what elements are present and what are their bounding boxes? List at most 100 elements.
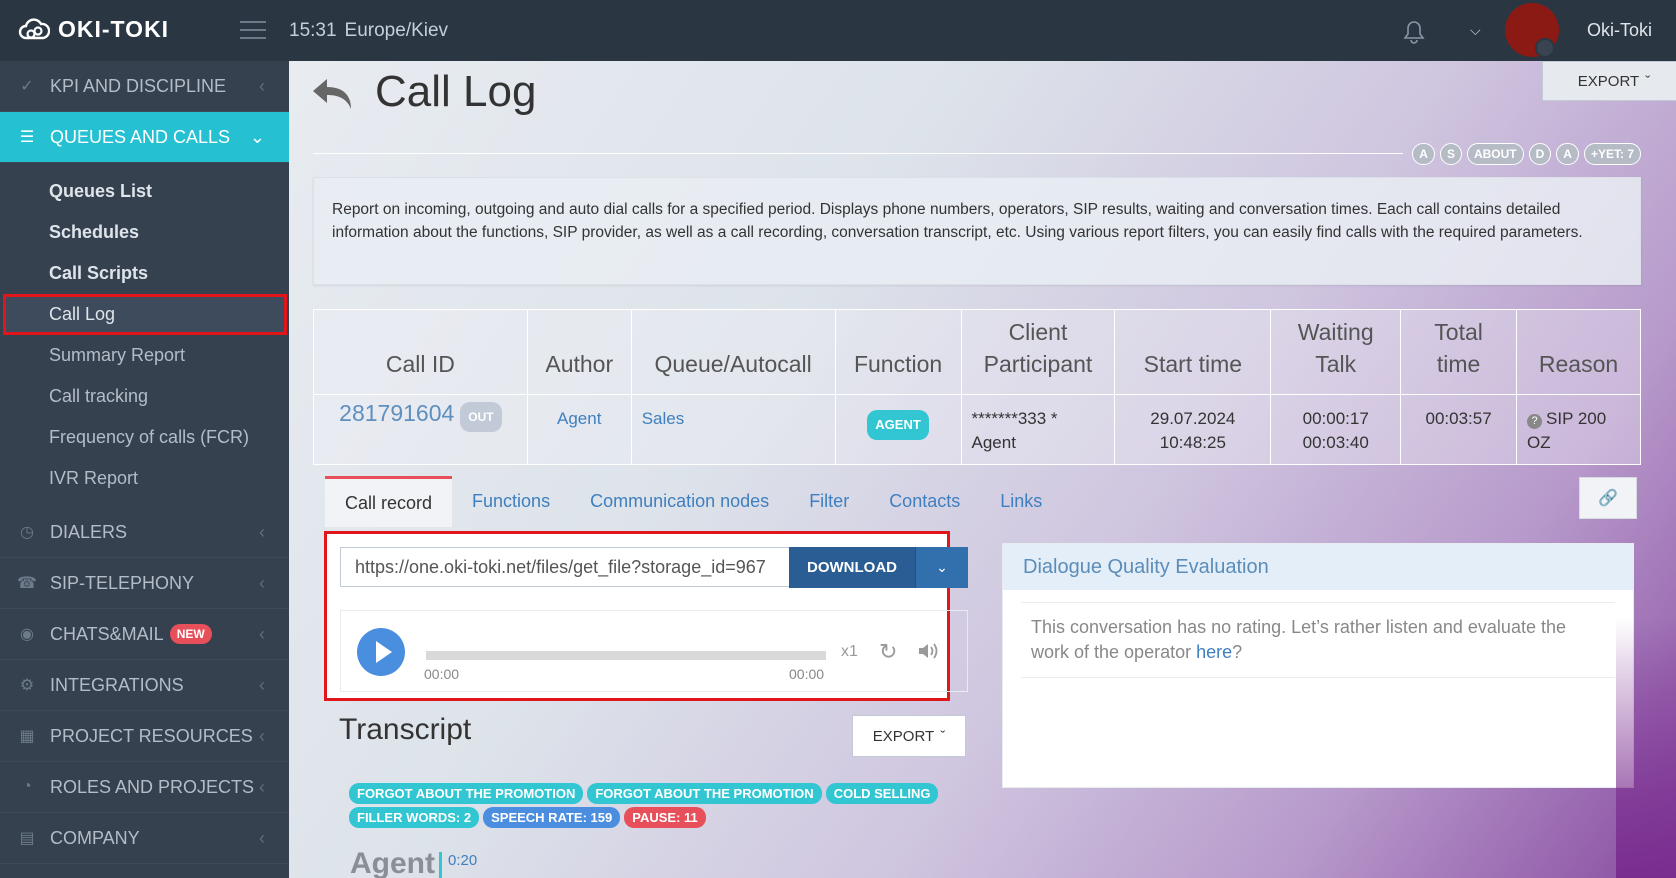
call-table: Call ID Author Queue/Autocall Function C… xyxy=(313,309,1641,465)
speaker-timestamp[interactable]: 0:20 xyxy=(439,852,477,878)
tab-links[interactable]: Links xyxy=(980,476,1062,527)
table-row: 281791604 OUT Agent Sales AGENT *******33… xyxy=(313,394,1641,465)
bar-chart-icon: ▤ xyxy=(19,830,35,847)
header-line: Total xyxy=(1434,319,1483,345)
chevron-down-icon[interactable]: ⌵ xyxy=(1470,22,1481,39)
tab-call-record[interactable]: Call record xyxy=(325,476,453,527)
check-icon: ✓ xyxy=(20,78,34,95)
logo[interactable]: OKI-TOKI xyxy=(18,16,169,43)
chevron-down-icon: ⌄ xyxy=(249,126,265,147)
column-header[interactable]: Author xyxy=(526,309,632,395)
submenu-item-call-scripts[interactable]: Call Scripts xyxy=(0,253,289,294)
divider xyxy=(313,153,1403,154)
download-dropdown-button[interactable]: ⌄ xyxy=(915,547,968,588)
column-header[interactable]: Queue/Autocall xyxy=(630,309,836,395)
replay-icon[interactable]: ↻ xyxy=(879,639,897,665)
submenu: Queues List Schedules Call Scripts Call … xyxy=(0,163,289,507)
menu-toggle-icon[interactable] xyxy=(240,21,266,39)
sidebar-item-queues-and-calls[interactable]: ☰ QUEUES AND CALLS ⌄ xyxy=(0,112,289,163)
sidebar-item-kpi[interactable]: ✓ KPI AND DISCIPLINE ‹ xyxy=(0,61,289,112)
transcript-export-button[interactable]: EXPORT ˇ xyxy=(852,715,966,757)
main-content: Call Log EXPORT ˇ A S ABOUT D A +YET: 7 … xyxy=(289,61,1676,878)
panel-title: Dialogue Quality Evaluation xyxy=(1003,544,1633,590)
speed-toggle[interactable]: x1 xyxy=(841,643,858,661)
total-time: 00:03:57 xyxy=(1425,409,1492,428)
rating-message: This conversation has no rating. Let’s r… xyxy=(1021,602,1615,678)
volume-icon[interactable] xyxy=(916,639,940,663)
function-badge: AGENT xyxy=(867,410,929,440)
pill-filter[interactable]: D xyxy=(1528,143,1552,165)
submenu-item-ivr-report[interactable]: IVR Report xyxy=(0,458,289,499)
clock-time: 15:31 xyxy=(289,20,337,41)
download-button[interactable]: DOWNLOAD xyxy=(789,547,915,588)
sidebar-item-company[interactable]: ▤ COMPANY ‹ xyxy=(0,813,289,864)
sidebar-item-roles-and-projects[interactable]: ◔ ROLES AND PROJECTS ‹ xyxy=(0,762,289,813)
chevron-left-icon: ‹ xyxy=(259,725,265,746)
chevron-left-icon: ‹ xyxy=(259,776,265,797)
chevron-left-icon: ‹ xyxy=(259,623,265,644)
tab-communication-nodes[interactable]: Communication nodes xyxy=(570,476,789,527)
detail-tabs: Call record Functions Communication node… xyxy=(325,476,1062,527)
pill-filter[interactable]: A xyxy=(1412,143,1435,165)
copy-link-button[interactable]: 🔗 xyxy=(1579,477,1637,519)
call-id-link[interactable]: 281791604 xyxy=(339,400,454,426)
submenu-item-queues-list[interactable]: Queues List xyxy=(0,171,289,212)
tab-filter[interactable]: Filter xyxy=(789,476,869,527)
export-button[interactable]: EXPORT ˇ xyxy=(1542,61,1676,101)
gears-icon: ⚙ xyxy=(19,677,35,694)
page-title: Call Log xyxy=(375,67,537,116)
filter-pills: A S ABOUT D A +YET: 7 xyxy=(313,143,1641,165)
progress-bar[interactable] xyxy=(426,651,826,660)
pill-filter[interactable]: A xyxy=(1556,143,1579,165)
rate-link[interactable]: here xyxy=(1196,642,1232,662)
column-header[interactable]: Total time xyxy=(1400,309,1518,395)
status-dot xyxy=(1535,38,1555,58)
column-header[interactable]: Call ID xyxy=(313,309,528,395)
chevron-down-icon: ⌄ xyxy=(936,559,948,575)
column-header[interactable]: Function xyxy=(834,309,962,395)
column-header[interactable]: Client Participant xyxy=(960,309,1116,395)
reason-extra: OZ xyxy=(1527,433,1551,452)
queue-link[interactable]: Sales xyxy=(642,409,685,428)
header-line: Client xyxy=(1008,319,1068,345)
sidebar-item-chats-mail[interactable]: ◉ CHATS&MAIL NEW ‹ xyxy=(0,609,289,660)
sidebar-item-integrations[interactable]: ⚙ INTEGRATIONS ‹ xyxy=(0,660,289,711)
start-date: 29.07.2024 xyxy=(1150,409,1236,428)
export-label: EXPORT xyxy=(1577,72,1640,90)
submenu-item-call-log[interactable]: Call Log xyxy=(3,294,287,335)
grid-icon: ▦ xyxy=(19,728,35,745)
submenu-item-summary-report[interactable]: Summary Report xyxy=(0,335,289,376)
column-header[interactable]: Start time xyxy=(1114,309,1272,395)
pill-filter[interactable]: S xyxy=(1439,143,1462,165)
start-time: 10:48:25 xyxy=(1159,433,1226,452)
author-link[interactable]: Agent xyxy=(557,409,601,428)
pill-filter[interactable]: ABOUT xyxy=(1466,143,1524,165)
submenu-item-call-tracking[interactable]: Call tracking xyxy=(0,376,289,417)
rating-suffix: ? xyxy=(1232,642,1243,662)
back-arrow-icon[interactable] xyxy=(311,75,355,111)
username[interactable]: Oki-Toki xyxy=(1587,20,1652,41)
tab-contacts[interactable]: Contacts xyxy=(869,476,980,527)
tab-functions[interactable]: Functions xyxy=(452,476,570,527)
chevron-left-icon: ‹ xyxy=(259,674,265,695)
sidebar-item-sip-telephony[interactable]: ☎ SIP-TELEPHONY ‹ xyxy=(0,558,289,609)
play-icon[interactable] xyxy=(357,628,405,676)
sidebar-item-label: KPI AND DISCIPLINE xyxy=(50,75,227,96)
submenu-item-fcr[interactable]: Frequency of calls (FCR) xyxy=(0,417,289,458)
submenu-item-schedules[interactable]: Schedules xyxy=(0,212,289,253)
column-header[interactable]: Reason xyxy=(1516,309,1641,395)
talk-time: 00:03:40 xyxy=(1302,433,1369,452)
sidebar-item-dialers[interactable]: ◷ DIALERS ‹ xyxy=(0,507,289,558)
bell-icon[interactable] xyxy=(1403,20,1425,44)
sidebar-item-label: CHATS&MAIL xyxy=(50,623,164,644)
recording-url-input[interactable] xyxy=(340,547,790,587)
audio-player: 00:00 00:00 x1 ↻ xyxy=(340,610,968,692)
sidebar-item-label: DIALERS xyxy=(50,521,128,542)
pill-more[interactable]: +YET: 7 xyxy=(1583,143,1641,165)
sidebar-item-project-resources[interactable]: ▦ PROJECT RESOURCES ‹ xyxy=(0,711,289,762)
call-record-panel: DOWNLOAD ⌄ 00:00 00:00 x1 ↻ xyxy=(324,531,968,701)
cloud-logo-icon xyxy=(18,17,50,39)
waiting-time: 00:00:17 xyxy=(1302,409,1369,428)
column-header[interactable]: Waiting Talk xyxy=(1270,309,1402,395)
question-icon[interactable]: ? xyxy=(1527,414,1543,429)
